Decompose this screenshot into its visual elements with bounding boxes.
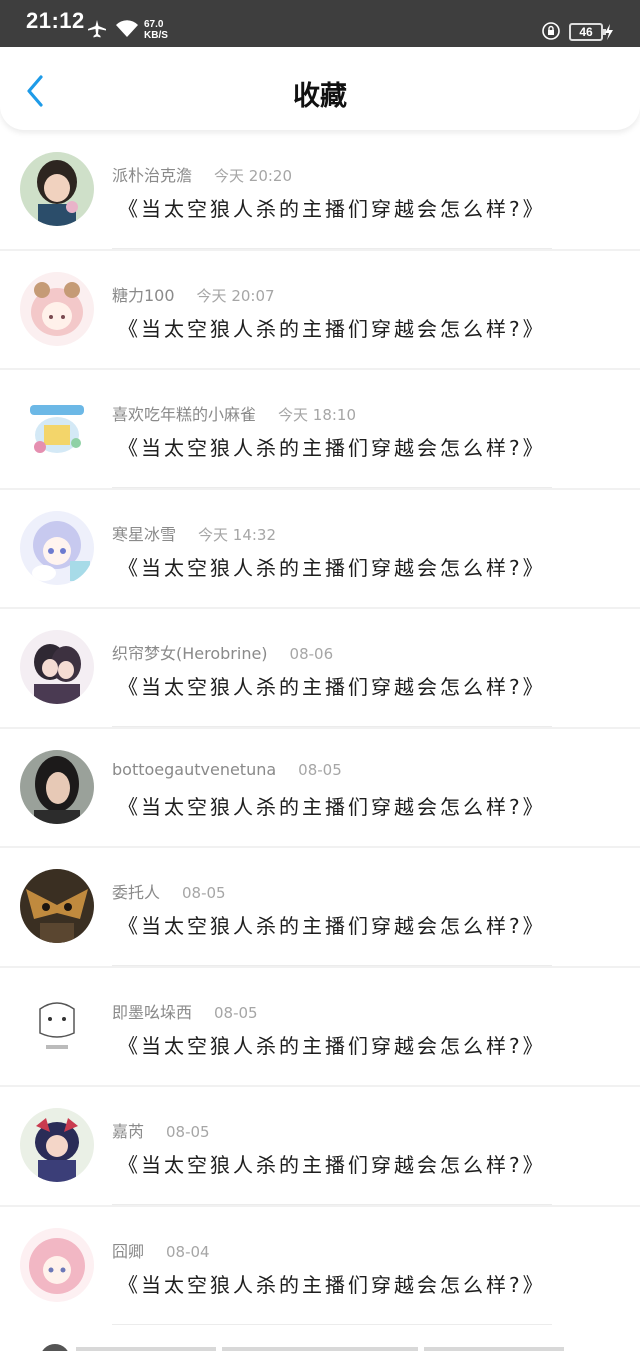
- item-meta: bottoegautvenetuna 08-05: [112, 760, 342, 779]
- rotation-lock-icon: [542, 22, 560, 44]
- item-meta: 喜欢吃年糕的小麻雀 今天 18:10: [112, 401, 356, 425]
- item-title[interactable]: 《当太空狼人杀的主播们穿越会怎么样?》: [118, 1269, 546, 1298]
- loading-placeholder: [76, 1347, 216, 1351]
- item-meta: 即墨吆垛西 08-05: [112, 999, 258, 1023]
- status-time: 21:12: [26, 8, 85, 33]
- nav-bar: 收藏: [0, 47, 640, 130]
- list-item[interactable]: 囧卿 08-04 《当太空狼人杀的主播们穿越会怎么样?》: [0, 1204, 640, 1326]
- list-item[interactable]: 委托人 08-05 《当太空狼人杀的主播们穿越会怎么样?》: [0, 846, 640, 967]
- item-title[interactable]: 《当太空狼人杀的主播们穿越会怎么样?》: [118, 1030, 546, 1059]
- item-time: 今天 20:20: [214, 167, 293, 185]
- item-title[interactable]: 《当太空狼人杀的主播们穿越会怎么样?》: [118, 552, 546, 581]
- avatar[interactable]: [20, 749, 94, 824]
- item-meta: 寒星冰雪 今天 14:32: [112, 521, 276, 545]
- avatar: [40, 1344, 70, 1351]
- avatar[interactable]: [20, 869, 94, 943]
- item-title[interactable]: 《当太空狼人杀的主播们穿越会怎么样?》: [118, 910, 546, 939]
- loading-placeholder: [222, 1347, 418, 1351]
- avatar[interactable]: [20, 630, 94, 704]
- item-time: 今天 20:07: [196, 286, 275, 305]
- item-meta: 糖力100 今天 20:07: [112, 282, 275, 306]
- item-meta: 嘉芮 08-05: [112, 1118, 210, 1142]
- loading-placeholder: [424, 1347, 564, 1351]
- charging-icon: [604, 24, 614, 44]
- network-speed: 67.0 KB/S: [144, 19, 168, 41]
- list-item[interactable]: bottoegautvenetuna 08-05 《当太空狼人杀的主播们穿越会怎么…: [0, 726, 640, 848]
- item-time: 08-04: [166, 1242, 210, 1261]
- user-name[interactable]: 即墨吆垛西: [112, 1003, 192, 1022]
- item-title[interactable]: 《当太空狼人杀的主播们穿越会怎么样?》: [118, 193, 546, 222]
- partial-list-item: [0, 1326, 640, 1351]
- avatar[interactable]: [20, 271, 94, 346]
- battery-indicator: 46: [569, 23, 606, 41]
- avatar[interactable]: [20, 1227, 94, 1302]
- user-name[interactable]: 喜欢吃年糕的小麻雀: [112, 405, 256, 424]
- item-title[interactable]: 《当太空狼人杀的主播们穿越会怎么样?》: [118, 313, 546, 342]
- item-meta: 委托人 08-05: [112, 879, 226, 903]
- user-name[interactable]: 委托人: [112, 883, 160, 902]
- list-item[interactable]: 织帘梦女(Herobrine) 08-06 《当太空狼人杀的主播们穿越会怎么样?》: [0, 607, 640, 728]
- user-name[interactable]: 糖力100: [112, 286, 175, 305]
- divider: [112, 1323, 552, 1325]
- list-item[interactable]: 即墨吆垛西 08-05 《当太空狼人杀的主播们穿越会怎么样?》: [0, 965, 640, 1087]
- item-time: 08-05: [182, 884, 226, 902]
- status-bar: 21:12 67.0 KB/S 46: [0, 0, 640, 47]
- item-time: 08-06: [289, 645, 334, 663]
- item-meta: 织帘梦女(Herobrine) 08-06: [112, 640, 333, 664]
- list-item[interactable]: 派朴治克澹 今天 20:20 《当太空狼人杀的主播们穿越会怎么样?》: [0, 130, 640, 250]
- user-name[interactable]: 囧卿: [112, 1242, 144, 1261]
- wifi-icon: [115, 20, 139, 42]
- avatar[interactable]: [20, 391, 94, 465]
- user-name[interactable]: 织帘梦女(Herobrine): [112, 644, 268, 663]
- item-time: 08-05: [214, 1003, 258, 1022]
- item-title[interactable]: 《当太空狼人杀的主播们穿越会怎么样?》: [118, 791, 546, 820]
- avatar[interactable]: [20, 510, 94, 585]
- avatar[interactable]: [20, 152, 94, 226]
- user-name[interactable]: 派朴治克澹: [112, 166, 192, 185]
- item-time: 今天 18:10: [278, 406, 357, 424]
- avatar[interactable]: [20, 988, 94, 1063]
- list-item[interactable]: 糖力100 今天 20:07 《当太空狼人杀的主播们穿越会怎么样?》: [0, 248, 640, 370]
- list-item[interactable]: 寒星冰雪 今天 14:32 《当太空狼人杀的主播们穿越会怎么样?》: [0, 487, 640, 609]
- list-item[interactable]: 嘉芮 08-05 《当太空狼人杀的主播们穿越会怎么样?》: [0, 1085, 640, 1206]
- item-title[interactable]: 《当太空狼人杀的主播们穿越会怎么样?》: [118, 432, 546, 461]
- item-meta: 囧卿 08-04: [112, 1238, 210, 1262]
- airplane-mode-icon: [87, 20, 107, 42]
- item-title[interactable]: 《当太空狼人杀的主播们穿越会怎么样?》: [118, 1149, 546, 1178]
- item-title[interactable]: 《当太空狼人杀的主播们穿越会怎么样?》: [118, 671, 546, 700]
- item-time: 08-05: [298, 760, 342, 779]
- favorites-list: 派朴治克澹 今天 20:20 《当太空狼人杀的主播们穿越会怎么样?》 糖力100 今…: [0, 130, 640, 1325]
- list-item[interactable]: 喜欢吃年糕的小麻雀 今天 18:10 《当太空狼人杀的主播们穿越会怎么样?》: [0, 368, 640, 489]
- item-time: 今天 14:32: [198, 525, 277, 544]
- page-title: 收藏: [293, 81, 347, 112]
- user-name[interactable]: 嘉芮: [112, 1122, 144, 1141]
- user-name[interactable]: bottoegautvenetuna: [112, 760, 276, 779]
- user-name[interactable]: 寒星冰雪: [112, 525, 176, 544]
- item-meta: 派朴治克澹 今天 20:20: [112, 162, 292, 186]
- item-time: 08-05: [166, 1123, 210, 1141]
- avatar[interactable]: [20, 1108, 94, 1182]
